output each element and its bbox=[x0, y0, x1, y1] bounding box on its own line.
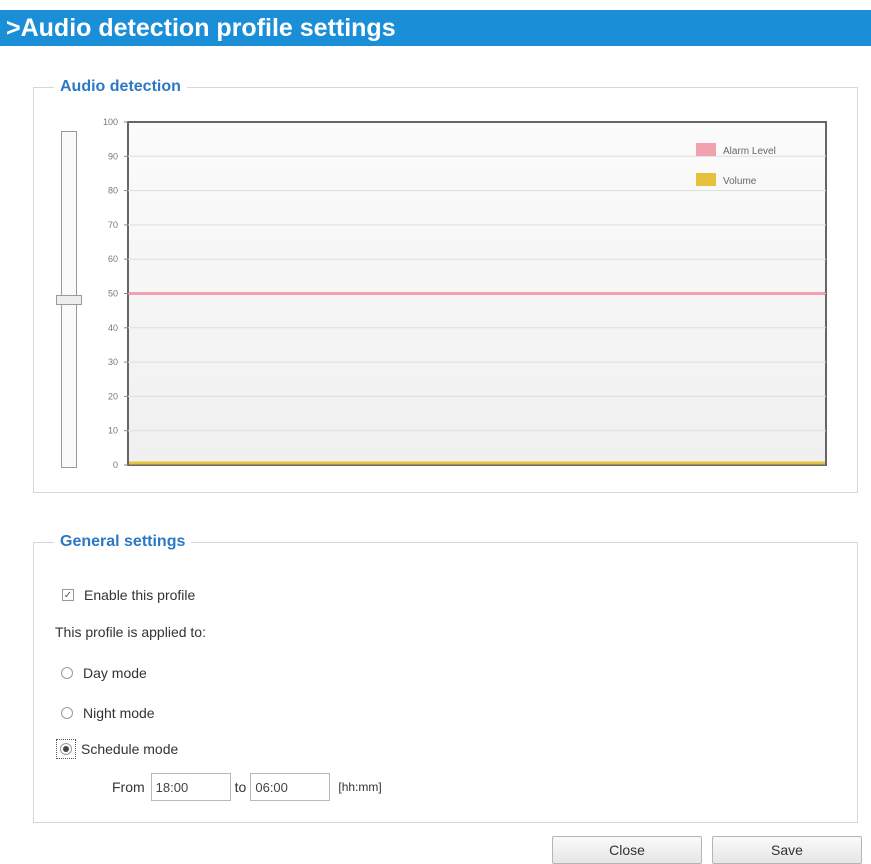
schedule-mode-row[interactable]: Schedule mode bbox=[56, 739, 178, 759]
close-button[interactable]: Close bbox=[552, 836, 702, 864]
y-tick-label: 70 bbox=[108, 220, 118, 230]
save-button[interactable]: Save bbox=[712, 836, 862, 864]
y-tick-label: 40 bbox=[108, 323, 118, 333]
y-tick-label: 10 bbox=[108, 426, 118, 436]
to-label: to bbox=[234, 779, 247, 795]
legend-swatch bbox=[696, 143, 716, 156]
y-tick-label: 60 bbox=[108, 254, 118, 264]
from-label: From bbox=[112, 779, 145, 795]
y-tick-label: 0 bbox=[113, 460, 118, 470]
day-mode-radio[interactable] bbox=[61, 667, 73, 679]
from-time-input[interactable] bbox=[150, 773, 231, 801]
legend-label: Volume bbox=[723, 176, 757, 187]
night-mode-radio[interactable] bbox=[61, 707, 73, 719]
general-settings-legend: General settings bbox=[60, 533, 186, 550]
night-mode-label: Night mode bbox=[83, 705, 155, 721]
y-tick-label: 20 bbox=[108, 391, 118, 401]
y-tick-label: 90 bbox=[108, 151, 118, 161]
legend-label: Alarm Level bbox=[723, 146, 776, 157]
day-mode-label: Day mode bbox=[83, 665, 147, 681]
time-format-hint: [hh:mm] bbox=[338, 780, 382, 794]
legend-swatch bbox=[696, 173, 716, 186]
y-tick-label: 50 bbox=[108, 289, 118, 299]
schedule-time-row: From to [hh:mm] bbox=[112, 773, 382, 801]
day-mode-row[interactable]: Day mode bbox=[61, 665, 147, 681]
audio-level-chart: 1009080706050403020100Alarm LevelVolume bbox=[103, 117, 827, 470]
applied-to-text: This profile is applied to: bbox=[55, 624, 206, 640]
schedule-mode-focus[interactable] bbox=[56, 739, 76, 759]
audio-detection-legend: Audio detection bbox=[60, 78, 181, 95]
enable-profile-checkbox[interactable]: ✓ bbox=[62, 589, 74, 601]
schedule-mode-radio[interactable] bbox=[60, 743, 72, 755]
y-tick-label: 80 bbox=[108, 186, 118, 196]
to-time-input[interactable] bbox=[250, 773, 331, 801]
alarm-level-slider-handle[interactable] bbox=[56, 294, 82, 305]
applied-to-label: This profile is applied to: bbox=[55, 624, 206, 640]
schedule-mode-label: Schedule mode bbox=[81, 741, 179, 757]
enable-profile-row[interactable]: ✓ Enable this profile bbox=[62, 587, 195, 603]
page-title: >Audio detection profile settings bbox=[0, 10, 871, 46]
enable-profile-label: Enable this profile bbox=[84, 587, 196, 603]
y-tick-label: 100 bbox=[103, 117, 118, 127]
night-mode-row[interactable]: Night mode bbox=[61, 705, 155, 721]
y-tick-label: 30 bbox=[108, 357, 118, 367]
